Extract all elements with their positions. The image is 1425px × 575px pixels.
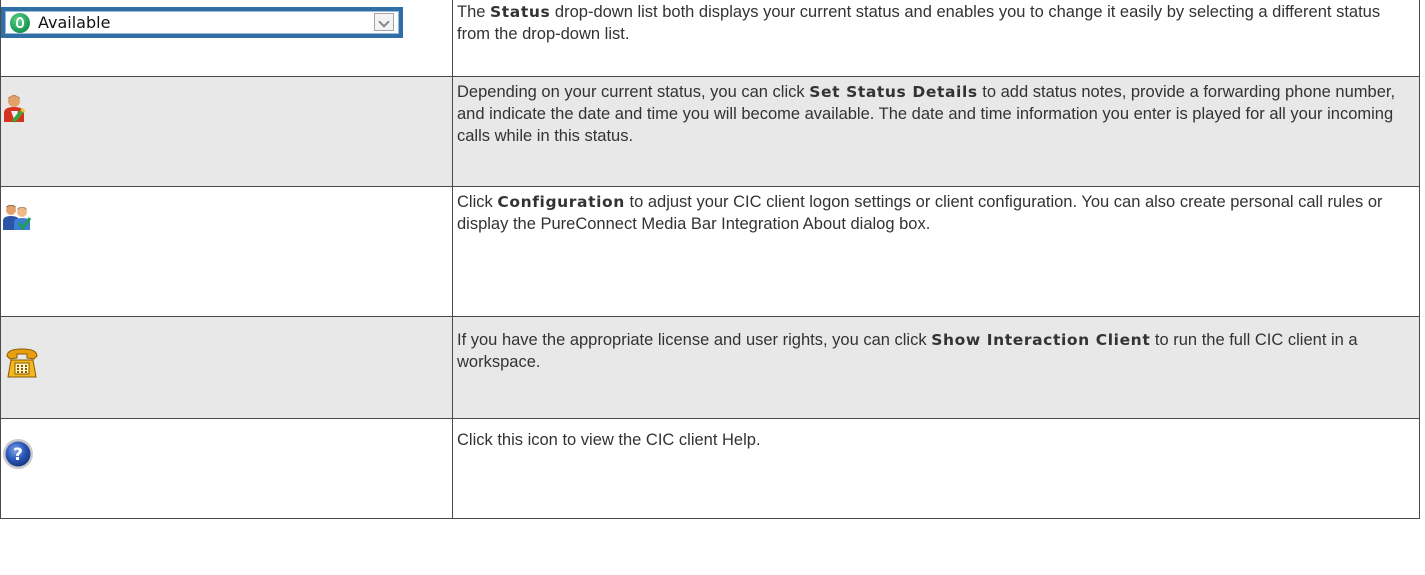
icon-cell: ? — [0, 418, 453, 519]
ui-term: Status — [490, 3, 551, 21]
table-row: Click Configuration to adjust your CIC c… — [0, 186, 1420, 317]
description-cell: The Status drop-down list both displays … — [452, 0, 1420, 77]
text-segment: Depending on your current status, you ca… — [457, 82, 810, 101]
help-icon[interactable]: ? — [1, 437, 35, 471]
ui-term: Set Status Details — [809, 82, 978, 101]
table-row: Depending on your current status, you ca… — [0, 76, 1420, 187]
description-text: If you have the appropriate license and … — [453, 317, 1419, 373]
chevron-down-icon[interactable] — [374, 13, 394, 31]
table-row: Available The Status drop-down list both… — [0, 0, 1420, 77]
svg-text:?: ? — [13, 445, 23, 465]
text-segment: If you have the appropriate license and … — [457, 330, 932, 349]
feature-description-table: Available The Status drop-down list both… — [0, 0, 1420, 519]
status-dropdown[interactable]: Available — [1, 7, 403, 38]
table-row: If you have the appropriate license and … — [0, 316, 1420, 419]
text-segment: Click — [457, 192, 498, 211]
description-cell: If you have the appropriate license and … — [452, 316, 1420, 419]
icon-cell — [0, 186, 453, 317]
description-text: The Status drop-down list both displays … — [453, 0, 1419, 45]
description-text: Click this icon to view the CIC client H… — [453, 419, 1419, 451]
description-text: Click Configuration to adjust your CIC c… — [453, 187, 1419, 235]
table-row: ? Click this icon to view the CIC client… — [0, 418, 1420, 519]
icon-cell — [0, 76, 453, 187]
available-status-icon — [10, 13, 30, 33]
icon-cell: Available — [0, 0, 453, 77]
icon-cell — [0, 316, 453, 419]
description-cell: Click this icon to view the CIC client H… — [452, 418, 1420, 519]
ui-term: Configuration — [497, 192, 625, 211]
configuration-icon[interactable] — [2, 203, 32, 231]
description-cell: Click Configuration to adjust your CIC c… — [452, 186, 1420, 317]
ui-term: Show Interaction Client — [931, 330, 1151, 349]
set-status-details-icon[interactable] — [3, 93, 29, 123]
description-cell: Depending on your current status, you ca… — [452, 76, 1420, 187]
text-segment: Click this icon to view the CIC client H… — [457, 430, 761, 449]
phone-icon[interactable] — [5, 347, 39, 379]
text-segment: drop-down list both displays your curren… — [457, 3, 1381, 43]
status-value: Available — [38, 13, 111, 32]
text-segment: The — [457, 3, 491, 21]
description-text: Depending on your current status, you ca… — [453, 77, 1419, 147]
status-dropdown-field[interactable]: Available — [5, 11, 399, 34]
